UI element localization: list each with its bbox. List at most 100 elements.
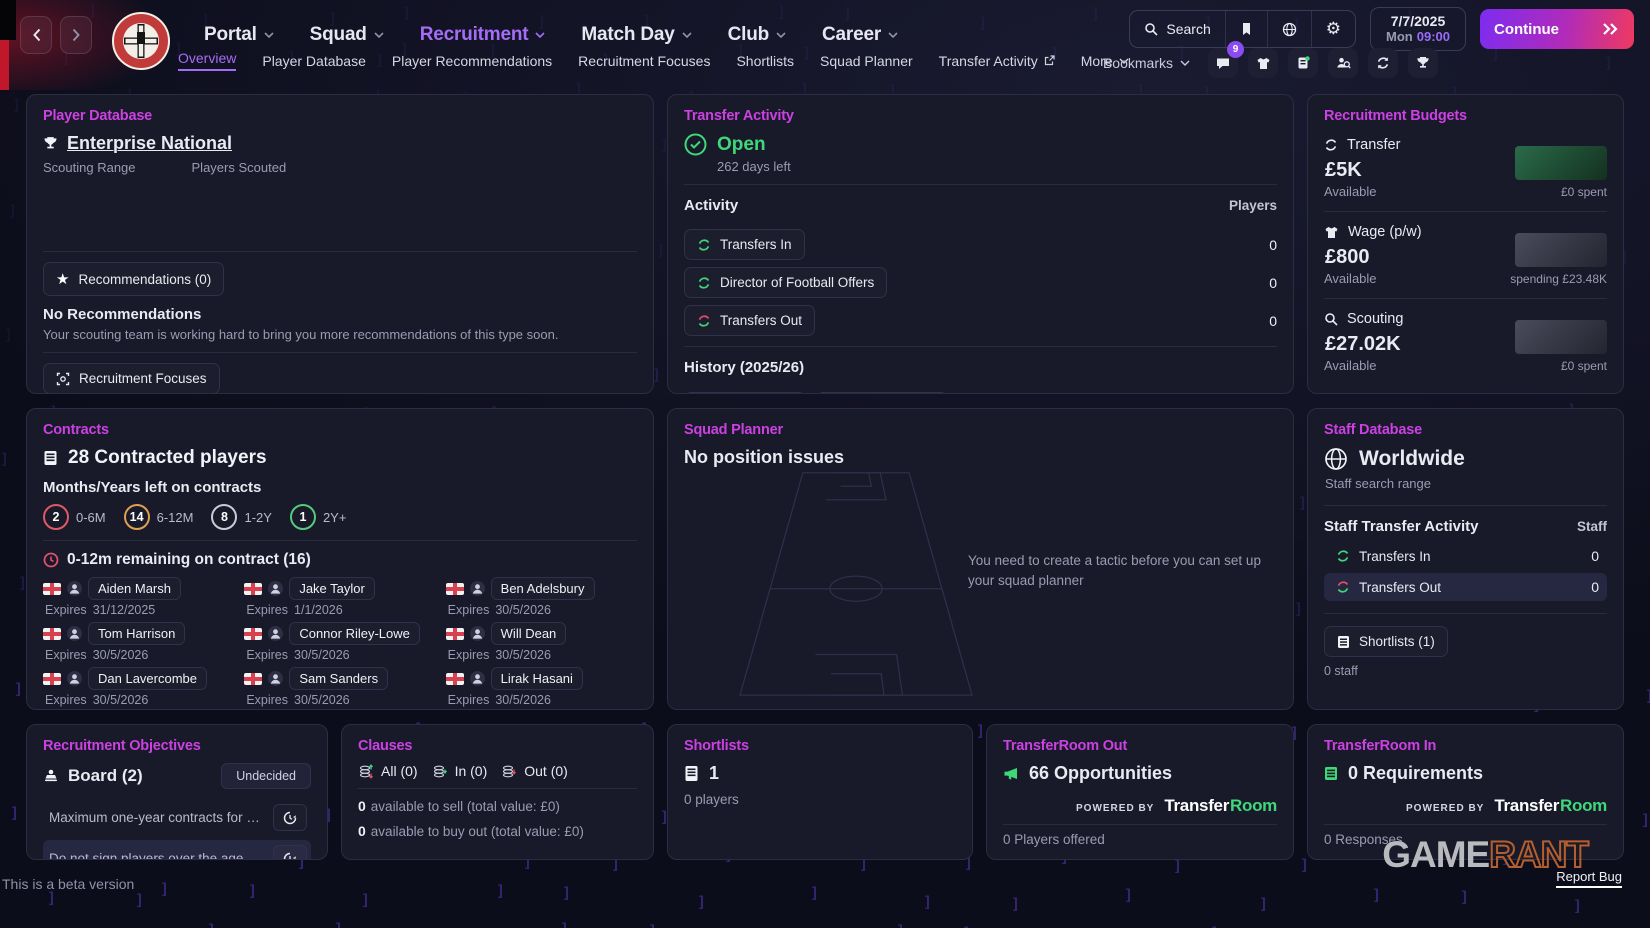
tab-player-database[interactable]: Player Database <box>262 53 366 69</box>
world-button[interactable] <box>1268 11 1312 47</box>
badge-1-2y[interactable]: 8 1-2Y <box>211 504 272 530</box>
search-button[interactable]: Search <box>1130 11 1226 47</box>
transfer-icon <box>1324 138 1338 152</box>
history-transfers-out-button[interactable]: £0 Transfers Out <box>815 392 948 393</box>
clock-history-icon <box>283 811 297 825</box>
continue-button[interactable]: Continue <box>1480 9 1634 49</box>
inbox-button[interactable]: 9 <box>1208 41 1244 78</box>
recruitment-focuses-button[interactable]: Recruitment Focuses <box>43 363 220 393</box>
nav-career[interactable]: Career <box>822 24 898 46</box>
search-icon <box>1144 22 1158 36</box>
player-name[interactable]: Jake Taylor <box>289 577 375 600</box>
sync-button[interactable] <box>1368 48 1398 78</box>
external-link-icon <box>1044 55 1055 66</box>
transfers-in-button[interactable]: Transfers In <box>684 229 805 260</box>
objective-row[interactable]: Do not sign players over the age of 30 <box>43 840 311 859</box>
player-name[interactable]: Ben Adelsbury <box>490 577 595 600</box>
board-objectives-link[interactable]: Board (2) <box>43 766 143 786</box>
player-name[interactable]: Aiden Marsh <box>88 577 181 600</box>
opportunities-link[interactable]: 66 Opportunities <box>1003 763 1277 784</box>
player-item: Dan Lavercombe Expires 30/5/2026 <box>43 667 234 707</box>
expiry-date: 30/5/2026 <box>92 693 149 707</box>
expiry-date: 1/1/2026 <box>294 603 343 617</box>
squad-shirt-button[interactable] <box>1248 48 1278 78</box>
tab-transfer-activity[interactable]: Transfer Activity <box>939 53 1055 69</box>
player-avatar-icon <box>67 671 82 686</box>
player-name[interactable]: Connor Riley-Lowe <box>289 622 420 645</box>
players-scouted-label: Players Scouted <box>191 160 287 175</box>
club-crest[interactable] <box>112 12 170 70</box>
bookmarks-dropdown[interactable]: Bookmarks <box>1103 55 1190 71</box>
dof-offers-button[interactable]: Director of Football Offers <box>684 267 888 298</box>
history-transfers-in-button[interactable]: £0 Transfers In <box>684 392 806 393</box>
card-title: TransferRoom In <box>1324 738 1437 754</box>
staff-activity-header: Staff Transfer Activity <box>1324 518 1479 535</box>
staff-transfers-in-row[interactable]: Transfers In 0 <box>1324 542 1607 570</box>
card-shortlists: Shortlists 1 0 players <box>667 724 973 860</box>
tab-squad-planner[interactable]: Squad Planner <box>820 53 913 69</box>
nav-club[interactable]: Club <box>728 24 786 46</box>
player-item: Jake Taylor Expires 1/1/2026 <box>244 577 435 617</box>
globe-icon <box>1282 22 1297 37</box>
player-name[interactable]: Tom Harrison <box>88 622 186 645</box>
wage-spending-caption: spending £23.48K <box>1510 272 1607 286</box>
back-button[interactable] <box>20 16 52 54</box>
divider <box>43 251 637 252</box>
red-edge-strip <box>0 40 9 90</box>
contracted-players-link[interactable]: 28 Contracted players <box>43 447 637 469</box>
objective-history-button[interactable] <box>273 804 307 831</box>
badge-6-12m[interactable]: 14 6-12M <box>123 504 193 530</box>
clauses-filter-in[interactable]: In (0) <box>432 763 487 779</box>
scouting-budget-amount: £27.02K <box>1325 333 1401 355</box>
competition-link[interactable]: Enterprise National <box>43 133 637 154</box>
tactic-required-message: You need to create a tactic before you c… <box>968 553 1261 588</box>
tab-recruitment-focuses[interactable]: Recruitment Focuses <box>578 53 710 69</box>
game-date[interactable]: 7/7/2025 Mon 09:00 <box>1370 7 1466 51</box>
tab-shortlists[interactable]: Shortlists <box>736 53 794 69</box>
budget-transfer: Transfer £5K Available £0 spent <box>1324 137 1607 199</box>
player-avatar-icon <box>469 626 485 641</box>
forward-button[interactable] <box>60 16 92 54</box>
objective-history-button[interactable] <box>273 845 307 859</box>
requirements-link[interactable]: 0 Requirements <box>1324 763 1607 784</box>
player-name[interactable]: Lirak Hasani <box>490 667 583 690</box>
player-name[interactable]: Sam Sanders <box>289 667 389 690</box>
player-item: Connor Riley-Lowe Expires 30/5/2026 <box>244 622 435 662</box>
player-name[interactable]: Will Dean <box>490 622 567 645</box>
top-header: Portal Squad Recruitment Match Day Club … <box>0 0 1650 90</box>
transfer-spent-caption: £0 spent <box>1560 185 1607 199</box>
trophy-icon <box>43 136 58 151</box>
nav-portal[interactable]: Portal <box>204 24 274 46</box>
player-name[interactable]: Dan Lavercombe <box>88 667 207 690</box>
staff-shortlists-button[interactable]: Shortlists (1) <box>1324 626 1448 657</box>
card-title: Recruitment Budgets <box>1324 108 1467 124</box>
england-flag-icon <box>43 627 61 640</box>
tab-player-recommendations[interactable]: Player Recommendations <box>392 53 552 69</box>
competitions-button[interactable] <box>1408 48 1438 78</box>
profile-card-button[interactable] <box>1288 48 1318 78</box>
clauses-filter-all[interactable]: All (0) <box>358 763 418 779</box>
pitch-graphic <box>726 465 986 697</box>
card-squad-planner: Squad Planner No position issues You nee… <box>667 408 1294 710</box>
nav-recruitment[interactable]: Recruitment <box>420 24 546 46</box>
transfers-out-button[interactable]: Transfers Out <box>684 305 816 336</box>
badge-2y-plus[interactable]: 1 2Y+ <box>289 504 346 530</box>
recommendations-button[interactable]: ★ Recommendations (0) <box>43 262 225 296</box>
tab-overview[interactable]: Overview <box>178 50 237 71</box>
staff-search-range[interactable]: Worldwide <box>1324 447 1607 471</box>
settings-button[interactable]: ⚙ <box>1312 11 1355 47</box>
shortlists-count-link[interactable]: 1 <box>684 763 956 784</box>
shirt-icon <box>1256 57 1271 70</box>
player-avatar-icon <box>67 581 82 596</box>
nav-squad[interactable]: Squad <box>310 24 384 46</box>
player-item: Aiden Marsh Expires 31/12/2025 <box>43 577 234 617</box>
staff-transfers-out-row[interactable]: Transfers Out 0 <box>1324 573 1607 601</box>
undecided-badge[interactable]: Undecided <box>221 763 311 789</box>
scouting-search-button[interactable] <box>1328 48 1358 78</box>
contract-length-badges: 2 0-6M 14 6-12M 8 1-2Y 1 2Y+ <box>43 504 637 530</box>
objective-row[interactable]: Maximum one-year contracts for playe... <box>43 799 311 836</box>
nav-match-day[interactable]: Match Day <box>581 24 692 46</box>
card-title: Recruitment Objectives <box>43 738 201 754</box>
badge-0-6m[interactable]: 2 0-6M <box>43 504 106 530</box>
clauses-filter-out[interactable]: Out (0) <box>501 763 568 779</box>
